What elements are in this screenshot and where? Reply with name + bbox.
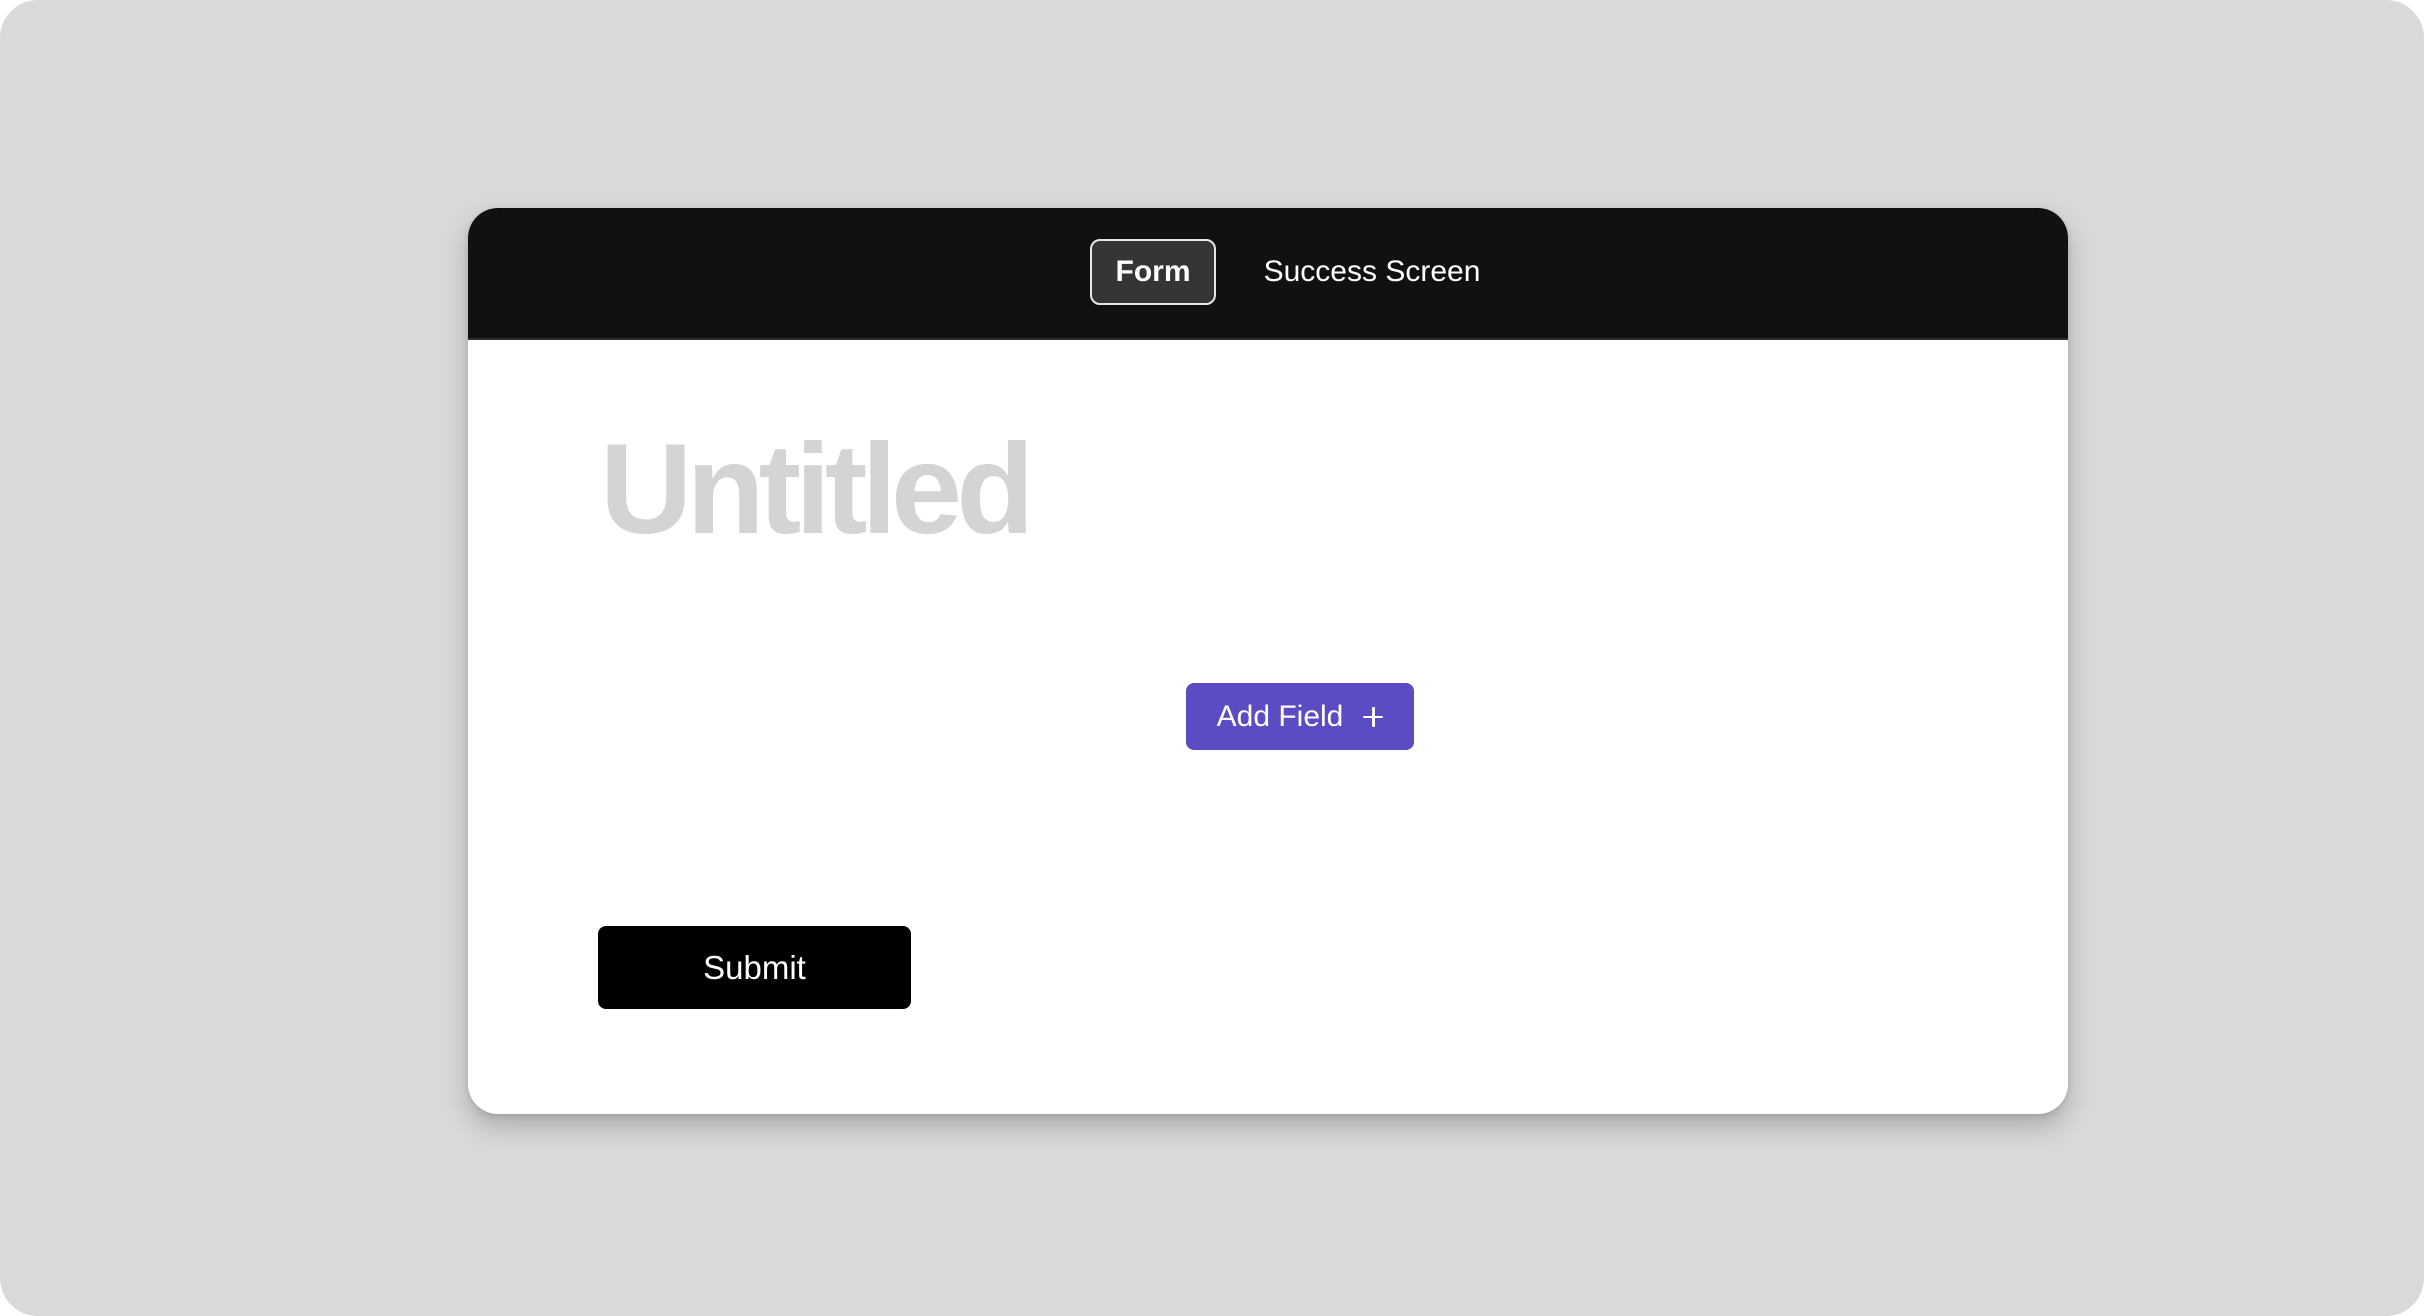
add-field-button[interactable]: Add Field bbox=[1186, 683, 1414, 750]
form-title-input[interactable]: Untitled bbox=[600, 420, 1034, 560]
tab-success-screen-label: Success Screen bbox=[1263, 255, 1481, 288]
top-bar: Form Success Screen bbox=[468, 208, 2068, 340]
tab-success-screen[interactable]: Success Screen bbox=[1250, 239, 1494, 305]
form-builder-card: Form Success Screen Untitled Add Field S… bbox=[468, 208, 2068, 1114]
app-screen: Form Success Screen Untitled Add Field S… bbox=[0, 0, 2424, 1316]
submit-button[interactable]: Submit bbox=[598, 926, 911, 1009]
add-field-label: Add Field bbox=[1216, 699, 1344, 733]
plus-icon bbox=[1363, 706, 1384, 727]
tab-form-label: Form bbox=[1115, 255, 1191, 288]
tab-form[interactable]: Form bbox=[1090, 239, 1216, 305]
